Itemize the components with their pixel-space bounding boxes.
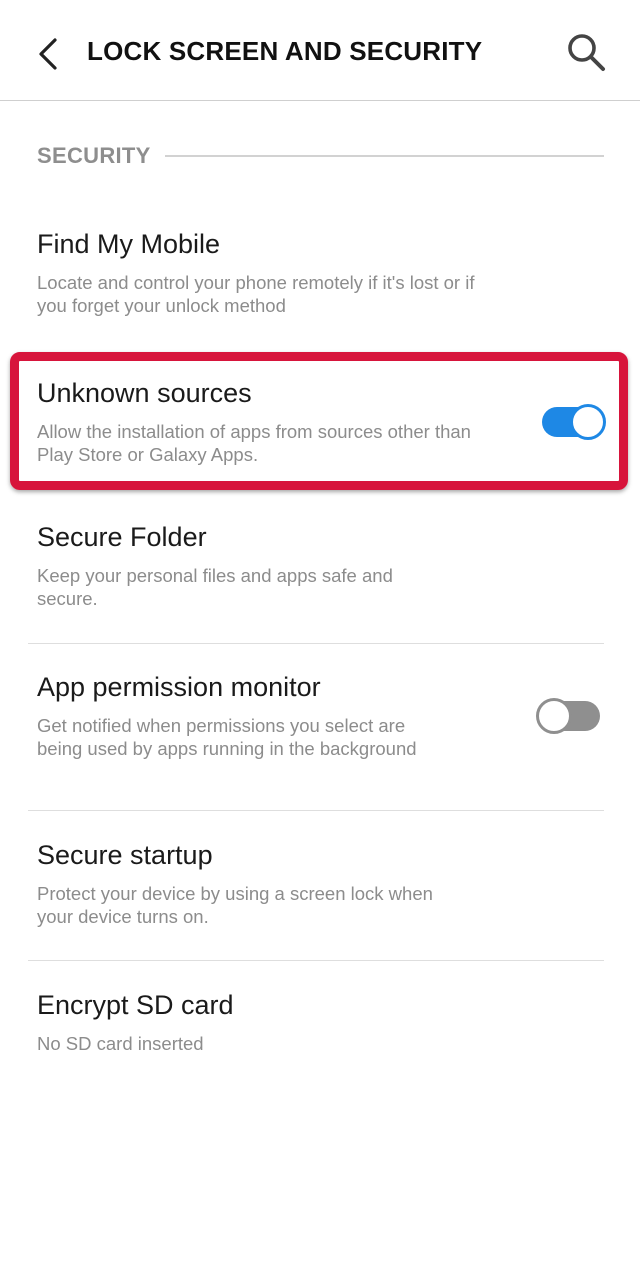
item-description: Locate and control your phone remotely i… [37,272,475,316]
chevron-left-icon [39,38,57,70]
list-divider [28,810,604,811]
item-title: Unknown sources [37,378,252,408]
item-title: App permission monitor [37,672,321,702]
lock-screen-security-settings: LOCK SCREEN AND SECURITY SECURITY Find M… [0,0,640,1280]
list-divider [28,960,604,961]
list-item-encrypt-sd-card[interactable]: Encrypt SD card No SD card inserted [0,976,640,1076]
list-item-secure-folder[interactable]: Secure Folder Keep your personal files a… [0,508,640,642]
unknown-sources-toggle[interactable] [542,404,606,440]
item-description: Allow the installation of apps from sour… [37,421,471,465]
list-divider [28,643,604,644]
app-permission-monitor-toggle[interactable] [536,698,602,734]
search-icon [568,34,605,71]
item-title: Find My Mobile [37,229,221,259]
toggle-thumb [570,404,606,440]
list-item-find-my-mobile[interactable]: Find My Mobile Locate and control your p… [0,215,640,335]
list-item-unknown-sources[interactable]: Unknown sources Allow the installation o… [0,362,640,480]
list-item-secure-startup[interactable]: Secure startup Protect your device by us… [0,826,640,958]
back-button[interactable] [22,28,74,80]
app-bar: LOCK SCREEN AND SECURITY [0,0,640,101]
item-description: Protect your device by using a screen lo… [37,883,433,927]
section-title: SECURITY [37,143,151,168]
page-title: LOCK SCREEN AND SECURITY [87,36,483,66]
item-title: Encrypt SD card [37,990,234,1020]
list-item-app-permission-monitor[interactable]: App permission monitor Get notified when… [0,658,640,808]
item-title: Secure startup [37,840,213,870]
item-description: No SD card inserted [37,1033,204,1054]
toggle-thumb [536,698,572,734]
item-description: Get notified when permissions you select… [37,715,417,759]
item-description: Keep your personal files and apps safe a… [37,565,393,609]
section-header: SECURITY [37,140,604,172]
section-divider-line [164,155,604,157]
item-title: Secure Folder [37,522,207,552]
search-button[interactable] [558,24,614,80]
